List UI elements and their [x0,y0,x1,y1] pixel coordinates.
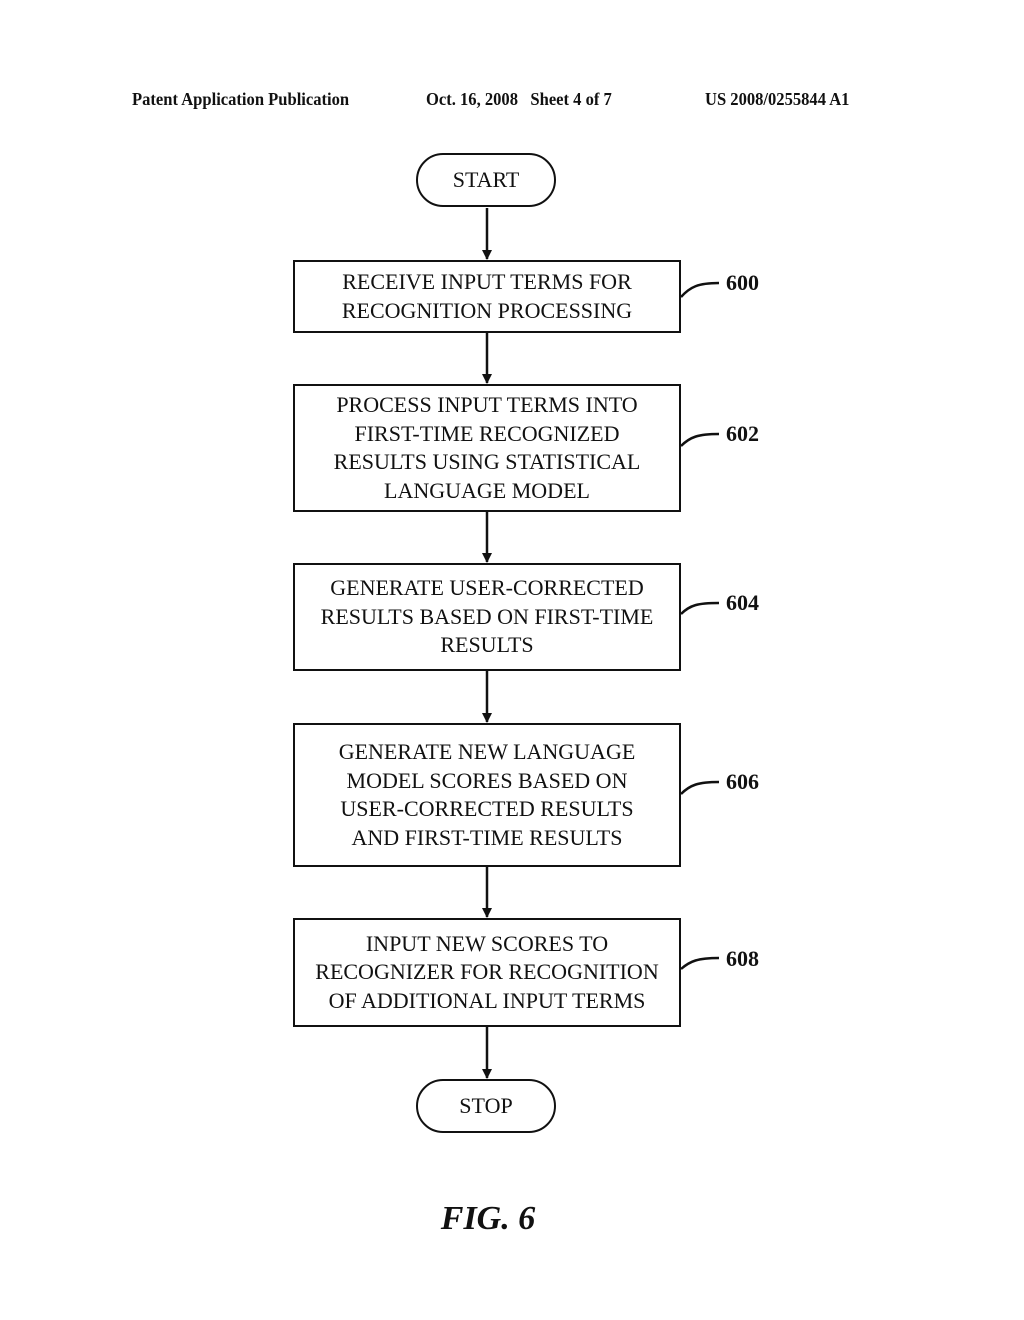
step-602-line: RESULTS USING STATISTICAL [333,449,641,474]
start-terminal: START [416,153,556,207]
step-box-604: GENERATE USER-CORRECTED RESULTS BASED ON… [293,563,681,671]
figure-label: FIG. 6 [440,1200,536,1237]
step-604-line: RESULTS BASED ON FIRST-TIME [320,603,654,629]
leader-606 [680,780,720,795]
leader-600 [680,281,720,298]
step-602-line: LANGUAGE MODEL [384,477,590,503]
stop-terminal: STOP [416,1079,556,1133]
leader-608 [680,956,720,970]
step-box-600: RECEIVE INPUT TERMS FOR RECOGNITION PROC… [293,260,681,333]
step-608-line: RECOGNIZER FOR RECOGNITION [315,959,659,985]
step-604-line: RESULTS [440,632,534,658]
start-label: START [452,167,520,192]
step-606-line: USER-CORRECTED RESULTS [340,796,634,821]
step-602-line: PROCESS INPUT TERMS INTO [336,392,638,417]
step-606-line: AND FIRST-TIME RESULTS [351,824,623,850]
ref-number-602: 602 [726,421,759,446]
step-box-608: INPUT NEW SCORES TO RECOGNIZER FOR RECOG… [293,918,681,1027]
step-608-line: OF ADDITIONAL INPUT TERMS [328,987,646,1013]
step-600-line: RECEIVE INPUT TERMS FOR [342,269,632,294]
step-606-line: MODEL SCORES BASED ON [346,767,628,793]
ref-number-606: 606 [726,769,759,794]
step-604-line: GENERATE USER-CORRECTED [330,575,644,601]
step-box-602: PROCESS INPUT TERMS INTO FIRST-TIME RECO… [293,384,681,512]
stop-label: STOP [459,1093,513,1118]
leader-604 [680,601,720,615]
step-602-line: FIRST-TIME RECOGNIZED [354,420,620,446]
step-600-line: RECOGNITION PROCESSING [341,297,633,323]
leader-602 [680,432,720,447]
ref-number-608: 608 [726,946,759,971]
step-box-606: GENERATE NEW LANGUAGE MODEL SCORES BASED… [293,723,681,867]
step-608-line: INPUT NEW SCORES TO [365,930,609,956]
step-606-line: GENERATE NEW LANGUAGE [338,739,636,764]
ref-number-604: 604 [726,590,759,615]
ref-number-600: 600 [726,270,759,295]
